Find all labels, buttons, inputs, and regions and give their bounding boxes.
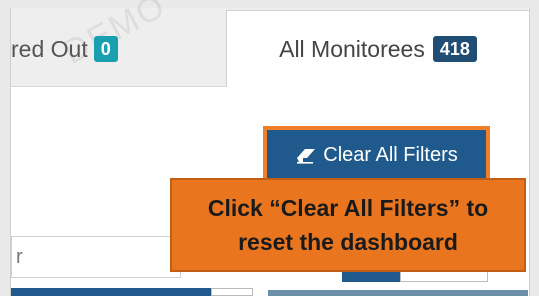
tab-cleared-out-count-badge: 0 <box>93 36 118 62</box>
tab-all-monitorees-count-badge: 418 <box>432 36 477 62</box>
clear-all-filters-button[interactable]: Clear All Filters <box>267 130 486 180</box>
callout-line-2: reset the dashboard <box>238 229 458 255</box>
eraser-icon <box>295 146 317 164</box>
tab-cleared-out-label: red Out <box>11 35 88 62</box>
search-partial-label: r <box>16 245 23 268</box>
bottom-tertiary-bar <box>268 290 528 296</box>
tab-all-monitorees-label: All Monitorees <box>279 35 425 62</box>
search-input[interactable]: r <box>11 236 181 278</box>
tab-cleared-out[interactable]: red Out 0 <box>11 14 223 84</box>
callout-line-1: Click “Clear All Filters” to <box>207 195 489 221</box>
clear-all-filters-label: Clear All Filters <box>323 143 458 166</box>
tab-all-monitorees[interactable]: All Monitorees 418 <box>226 10 530 87</box>
bottom-secondary-bar <box>211 288 253 296</box>
clear-all-filters-highlight: Clear All Filters <box>263 126 490 184</box>
instruction-callout: Click “Clear All Filters” to reset the d… <box>170 178 526 272</box>
bottom-primary-bar <box>11 288 211 296</box>
